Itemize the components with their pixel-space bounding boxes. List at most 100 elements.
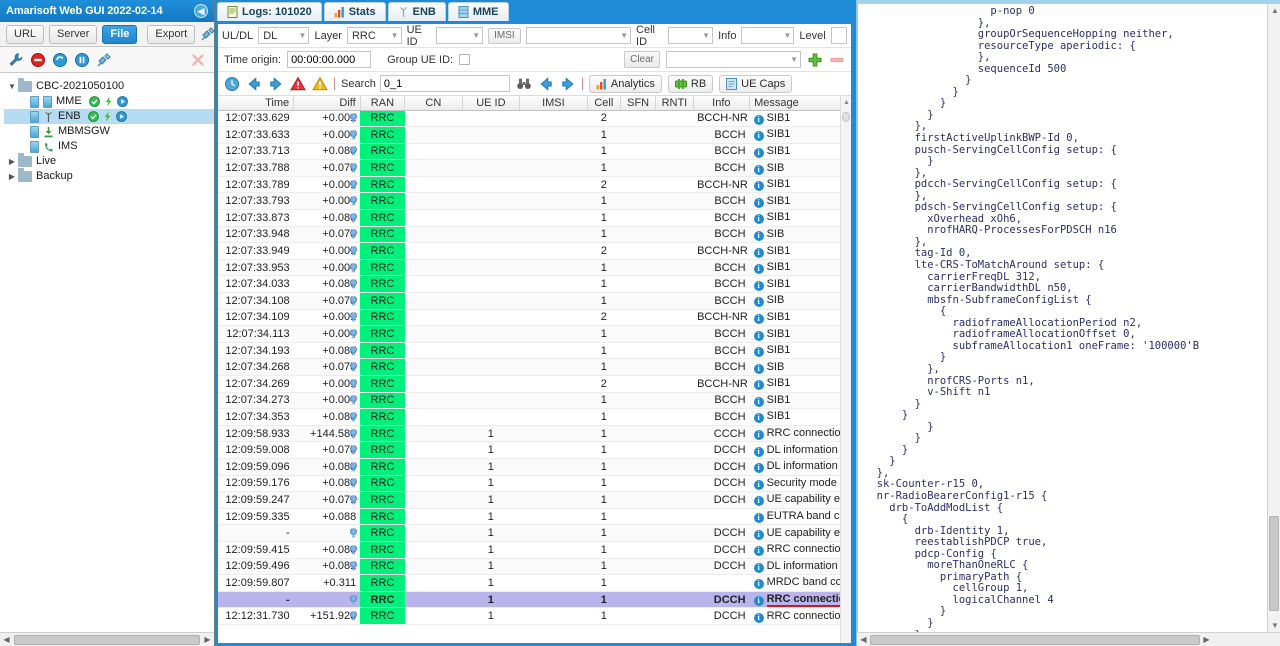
search-input[interactable] xyxy=(379,75,510,92)
table-row[interactable]: 12:09:58.933 +144.580 RRC 1 1 CCCH i RRC connec… xyxy=(218,425,851,443)
error-red-icon[interactable] xyxy=(290,76,306,92)
refresh-icon[interactable] xyxy=(52,52,68,68)
imsi-select[interactable]: ▼ xyxy=(525,27,632,44)
uldl-select[interactable]: DL ▼ xyxy=(258,27,310,44)
table-row[interactable]: 12:09:59.496 +0.081 RRC 1 1 DCCH i DL informati… xyxy=(218,558,851,576)
table-row[interactable]: 12:09:59.096 +0.088 RRC 1 1 DCCH i DL informati… xyxy=(218,458,851,476)
stop-icon[interactable] xyxy=(30,52,46,68)
scroll-up-icon[interactable]: ▲ xyxy=(843,99,850,106)
table-row[interactable]: 12:07:33.713 +0.080 RRC 1 BCCH i SIB1 xyxy=(218,143,851,161)
table-row[interactable]: 12:07:33.873 +0.080 RRC 1 BCCH i SIB1 xyxy=(218,209,851,227)
table-row[interactable]: 12:07:33.633 +0.004 RRC 1 BCCH i SIB1 xyxy=(218,126,851,144)
expand-arrow-icon[interactable]: ▶ xyxy=(6,154,18,169)
scroll-left-icon[interactable]: ◀ xyxy=(857,635,870,644)
scroll-thumb[interactable] xyxy=(870,634,1200,645)
wrench-icon[interactable] xyxy=(8,52,24,68)
table-row[interactable]: 12:07:34.193 +0.080 RRC 1 BCCH i SIB1 xyxy=(218,342,851,360)
tab-enb[interactable]: ENB xyxy=(387,2,446,21)
col-message[interactable]: Message xyxy=(749,96,851,111)
table-row[interactable]: 12:09:59.807+0.311RRC 1 1 iMRDC band combin… xyxy=(218,574,851,592)
scroll-right-icon[interactable]: ▶ xyxy=(201,635,214,644)
search-next-icon[interactable] xyxy=(560,76,576,92)
table-row[interactable]: 12:09:59.008 +0.075 RRC 1 1 DCCH i DL informati… xyxy=(218,441,851,459)
col-imsi[interactable]: IMSI xyxy=(519,96,588,111)
search-prev-icon[interactable] xyxy=(538,76,554,92)
left-panel-hscrollbar[interactable]: ◀ ▶ xyxy=(0,632,214,646)
col-cn[interactable]: CN xyxy=(404,96,463,111)
expand-arrow-icon[interactable]: ▶ xyxy=(6,169,18,184)
table-row[interactable]: 12:09:59.335+0.088RRC 1 1 iEUTRA band combi… xyxy=(218,508,851,526)
ueid-select[interactable]: ▼ xyxy=(436,27,484,44)
plug-icon[interactable] xyxy=(200,26,216,42)
plus-green-icon[interactable] xyxy=(807,52,823,68)
arrow-left-blue-icon[interactable] xyxy=(246,76,262,92)
table-row[interactable]: 12:07:33.793 +0.004 RRC 1 BCCH i SIB1 xyxy=(218,192,851,211)
table-row[interactable]: 12:07:33.948 +0.075 RRC 1 BCCH i SIB xyxy=(218,226,851,244)
table-row[interactable]: 12:07:33.629 +0.001 RRC 2 BCCH-NR i SIB1 xyxy=(218,110,851,128)
table-row[interactable]: 12:07:34.113 +0.004 RRC 1 BCCH i SIB1 xyxy=(218,325,851,343)
table-row[interactable]: 12:07:33.949 +0.001 RRC 2 BCCH-NR i SIB1 xyxy=(218,242,851,260)
scroll-down-icon[interactable]: ▼ xyxy=(1271,621,1279,630)
col-ran[interactable]: RAN xyxy=(360,96,406,111)
clear-button[interactable]: Clear xyxy=(624,51,660,68)
scroll-thumb[interactable] xyxy=(1269,516,1279,611)
asn-detail-view[interactable]: p-nop 0 }, groupOrSequenceHopping neithe… xyxy=(857,4,1280,632)
asn-vscrollbar[interactable]: ▲ ▼ xyxy=(1267,4,1280,632)
col-sfn[interactable]: SFN xyxy=(620,96,657,111)
url-button[interactable]: URL xyxy=(6,24,45,44)
logs-vscrollbar[interactable]: ▲ xyxy=(840,96,851,643)
col-rnti[interactable]: RNTI xyxy=(655,96,694,111)
tree-item-backup[interactable]: ▶ Backup xyxy=(4,168,214,184)
col-time[interactable]: Time xyxy=(218,96,295,111)
table-row[interactable]: - RRC 1 1 DCCHiUE capability enquiry xyxy=(218,524,851,542)
col-cell[interactable]: Cell xyxy=(587,96,621,111)
table-row[interactable]: 12:09:59.415 +0.080 RRC 1 1 DCCH i RRC connecti… xyxy=(218,541,851,559)
binoculars-icon[interactable] xyxy=(516,76,532,92)
group-ueid-checkbox[interactable] xyxy=(459,54,471,65)
table-row[interactable]: 12:12:31.730 +151.923 RRC 1 1 DCCH i RRC connec… xyxy=(218,607,851,625)
time-origin-input[interactable] xyxy=(287,51,372,68)
cellid-select[interactable]: ▼ xyxy=(668,27,714,44)
info-select[interactable]: ▼ xyxy=(741,27,795,44)
close-icon[interactable] xyxy=(190,52,206,68)
table-row[interactable]: 12:07:34.268 +0.075 RRC 1 BCCH i SIB xyxy=(218,358,851,376)
chevron-left-icon[interactable]: ◀ xyxy=(194,4,208,18)
scroll-right-icon[interactable]: ▶ xyxy=(1200,635,1213,644)
table-row[interactable]: 12:07:34.108 +0.075 RRC 1 BCCH i SIB xyxy=(218,292,851,310)
table-row[interactable]: 12:07:33.789 +0.001 RRC 2 BCCH-NR i SIB1 xyxy=(218,176,851,194)
filter-preset-select[interactable]: ▼ xyxy=(666,51,801,68)
minus-red-icon[interactable] xyxy=(829,52,845,68)
tree-item-mme[interactable]: MME xyxy=(4,94,214,109)
imsi-button[interactable]: IMSI xyxy=(488,27,521,44)
asn-hscrollbar[interactable]: ◀ ▶ xyxy=(857,632,1280,646)
tree-item-ims[interactable]: IMS xyxy=(4,139,214,154)
pause-icon[interactable] xyxy=(74,52,90,68)
server-button[interactable]: Server xyxy=(49,24,98,44)
table-row[interactable]: 12:07:34.033 +0.080 RRC 1 BCCH i SIB1 xyxy=(218,275,851,294)
clock-icon[interactable] xyxy=(224,76,240,92)
ue-caps-button[interactable]: UE Caps xyxy=(719,74,793,93)
tree-item-mbmsgw[interactable]: MBMSGW xyxy=(4,124,214,139)
scroll-left-icon[interactable]: ◀ xyxy=(0,635,13,644)
table-row[interactable]: 12:07:34.269 +0.001 RRC 2 BCCH-NR i SIB1 xyxy=(218,375,851,393)
col-diff[interactable]: Diff xyxy=(293,96,361,111)
col-ueid[interactable]: UE ID xyxy=(462,96,521,111)
level-select[interactable] xyxy=(830,27,848,44)
tree-item-enb[interactable]: ENB xyxy=(4,109,214,124)
tree-item-cbc-2021050100[interactable]: ▼ CBC-2021050100 xyxy=(4,78,214,94)
tab-mme[interactable]: MME xyxy=(447,2,509,21)
table-row[interactable]: 12:07:33.953 +0.004 RRC 1 BCCH i SIB1 xyxy=(218,259,851,277)
tree-item-live[interactable]: ▶ Live xyxy=(4,153,214,169)
layer-select[interactable]: RRC ▼ xyxy=(346,27,402,44)
file-button[interactable]: File xyxy=(102,24,138,44)
plug-icon[interactable] xyxy=(96,52,112,68)
tab-logs[interactable]: Logs: 101020 xyxy=(217,2,322,21)
tab-stats[interactable]: Stats xyxy=(323,2,386,21)
table-row[interactable]: 12:07:34.273 +0.004 RRC 1 BCCH i SIB1 xyxy=(218,392,851,410)
warning-yellow-icon[interactable] xyxy=(312,76,328,92)
table-row[interactable]: 12:09:59.176 +0.080 RRC 1 1 DCCH i Security mod… xyxy=(218,475,851,493)
scroll-up-icon[interactable]: ▲ xyxy=(1271,6,1279,15)
table-row[interactable]: 12:07:34.353 +0.080 RRC 1 BCCH i SIB1 xyxy=(218,408,851,426)
scroll-thumb[interactable] xyxy=(842,112,850,122)
col-info[interactable]: Info xyxy=(693,96,751,111)
